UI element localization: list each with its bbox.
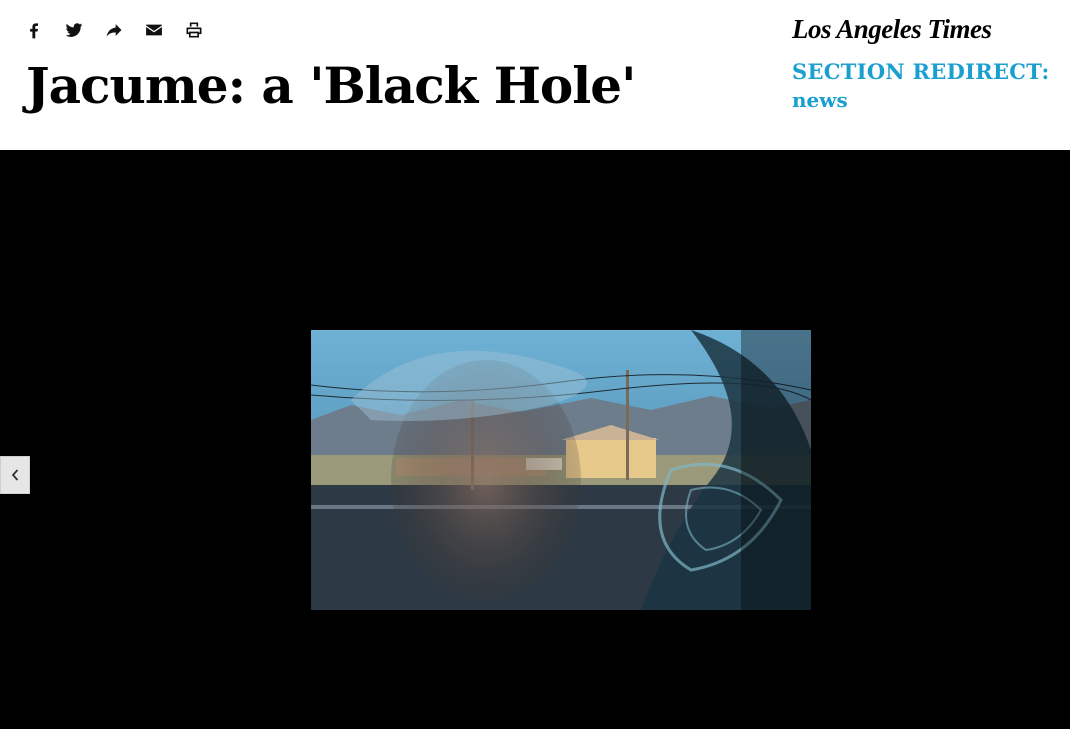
page-title: Jacume: a 'Black Hole'	[26, 56, 636, 115]
share-button[interactable]	[102, 16, 126, 44]
photo-image	[311, 330, 811, 610]
page-header: Jacume: a 'Black Hole' Los Angeles Times…	[0, 0, 1070, 150]
print-button[interactable]	[182, 16, 206, 44]
facebook-share-button[interactable]	[22, 16, 46, 44]
la-times-logo[interactable]: Los Angeles Times	[792, 14, 1052, 45]
gallery-photo	[311, 330, 811, 610]
print-icon	[186, 22, 202, 38]
email-icon	[146, 24, 162, 36]
twitter-share-button[interactable]	[62, 16, 86, 44]
section-redirect-label: SECTION REDIRECT:	[792, 59, 1050, 84]
gallery-prev-button[interactable]	[0, 456, 30, 494]
brand-block: Los Angeles Times SECTION REDIRECT: news	[792, 14, 1052, 112]
share-toolbar	[22, 16, 206, 44]
photo-gallery	[0, 150, 1070, 729]
share-icon	[106, 24, 122, 37]
email-share-button[interactable]	[142, 16, 166, 44]
facebook-icon	[30, 23, 38, 39]
twitter-icon	[65, 23, 83, 37]
section-name[interactable]: news	[792, 88, 1052, 112]
chevron-left-icon	[11, 469, 19, 481]
